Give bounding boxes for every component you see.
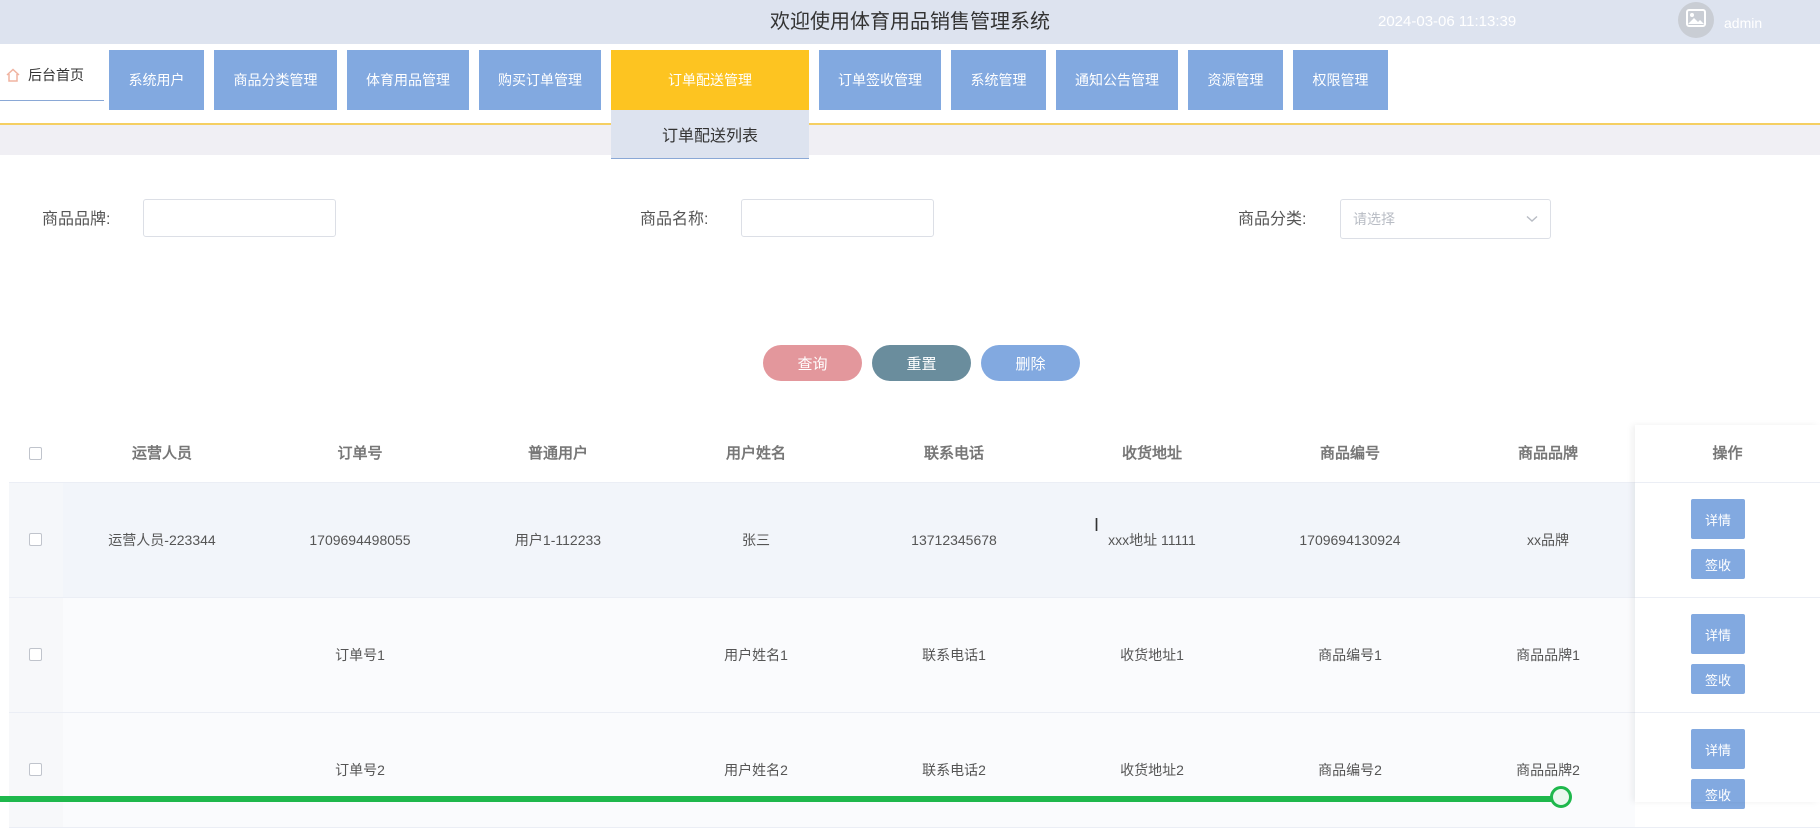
table-row[interactable]: 订单号1 用户姓名1 联系电话1 收货地址1 商品编号1 商品品牌1 详情 签收 [9,598,1820,713]
col-user: 普通用户 [527,445,588,462]
cell-phone: 联系电话1 [922,647,986,663]
nav-item-sports-goods-management[interactable]: 体育用品管理 [347,50,469,110]
cell-brand: 商品品牌2 [1516,762,1580,778]
top-header: 欢迎使用体育用品销售管理系统 2024-03-06 11:13:39 admin [0,0,1820,44]
nav-item-category-management[interactable]: 商品分类管理 [214,50,337,110]
cell-user-name: 张三 [742,532,770,548]
image-placeholder-icon [1686,8,1706,32]
nav-item-notice-management[interactable]: 通知公告管理 [1056,50,1178,110]
cell-order-no: 1709694498055 [309,532,411,548]
name-input[interactable] [741,199,934,237]
nav-home-label: 后台首页 [28,67,84,83]
username-label[interactable]: admin [1724,0,1762,44]
nav-home-link[interactable]: 后台首页 [0,50,104,101]
dropdown-item-delivery-list[interactable]: 订单配送列表 [611,110,809,159]
cell-user: 用户1-112233 [514,532,602,548]
col-phone: 联系电话 [923,445,984,462]
cell-brand: 商品品牌1 [1516,647,1580,663]
actions-column-shadow [1635,425,1820,802]
nav-item-system-management[interactable]: 系统管理 [951,50,1046,110]
col-operator: 运营人员 [131,445,192,462]
cell-order-no: 订单号1 [335,647,385,663]
cell-product-no: 商品编号2 [1318,762,1382,778]
cell-operator [63,713,261,827]
cell-product-no: 商品编号1 [1318,647,1382,663]
delete-button[interactable]: 删除 [981,345,1080,381]
category-placeholder: 请选择 [1353,211,1395,227]
query-button[interactable]: 查询 [763,345,862,381]
table-row[interactable]: 订单号2 用户姓名2 联系电话2 收货地址2 商品编号2 商品品牌2 详情 签收 [9,713,1820,828]
reset-button[interactable]: 重置 [872,345,971,381]
nav-item-permission-management[interactable]: 权限管理 [1293,50,1388,110]
cell-product-no: 1709694130924 [1299,532,1401,548]
col-user-name: 用户姓名 [725,445,786,462]
cell-brand: xx品牌 [1527,532,1569,548]
cell-user [459,713,657,827]
avatar[interactable] [1678,2,1714,38]
progress-knob[interactable] [1550,786,1572,808]
col-brand: 商品品牌 [1517,445,1578,462]
cell-address: 收货地址2 [1120,762,1184,778]
col-order-no: 订单号 [337,445,383,462]
category-label: 商品分类: [1238,211,1307,228]
select-all-checkbox[interactable] [29,447,42,460]
name-label: 商品名称: [640,211,709,228]
nav-item-sign-management[interactable]: 订单签收管理 [819,50,941,110]
cell-phone: 13712345678 [911,532,997,548]
app-title: 欢迎使用体育用品销售管理系统 [770,11,1050,33]
col-address: 收货地址 [1121,445,1182,462]
home-icon [6,68,20,82]
row-checkbox[interactable] [29,648,42,661]
brand-input[interactable] [143,199,336,237]
chevron-down-icon [1526,210,1538,228]
cell-user [459,598,657,712]
table-row[interactable]: 运营人员-223344 1709694498055 用户1-112233 张三 … [9,483,1820,598]
cell-order-no: 订单号2 [335,762,385,778]
nav-item-purchase-order-management[interactable]: 购买订单管理 [479,50,601,110]
row-checkbox[interactable] [29,763,42,776]
nav-item-delivery-management[interactable]: 订单配送管理 [611,50,809,110]
nav-item-system-users[interactable]: 系统用户 [109,50,204,110]
cell-address: 收货地址1 [1120,647,1184,663]
row-checkbox[interactable] [29,533,42,546]
table-header: 运营人员 订单号 普通用户 用户姓名 联系电话 收货地址 商品编号 商品品牌 操… [9,425,1820,483]
brand-label: 商品品牌: [42,211,111,228]
nav-item-resource-management[interactable]: 资源管理 [1188,50,1283,110]
cell-operator [63,598,261,712]
progress-bar [0,796,1563,802]
text-cursor-icon: I [1094,515,1100,535]
col-product-no: 商品编号 [1319,445,1380,462]
current-datetime: 2024-03-06 11:13:39 [1378,13,1517,30]
cell-user-name: 用户姓名2 [724,762,788,778]
cell-operator: 运营人员-223344 [108,532,216,548]
category-select[interactable]: 请选择 [1340,199,1551,239]
cell-address: xxx地址 11111 [1108,532,1196,548]
cell-user-name: 用户姓名1 [724,647,788,663]
sub-band [0,125,1820,155]
cell-phone: 联系电话2 [922,762,986,778]
